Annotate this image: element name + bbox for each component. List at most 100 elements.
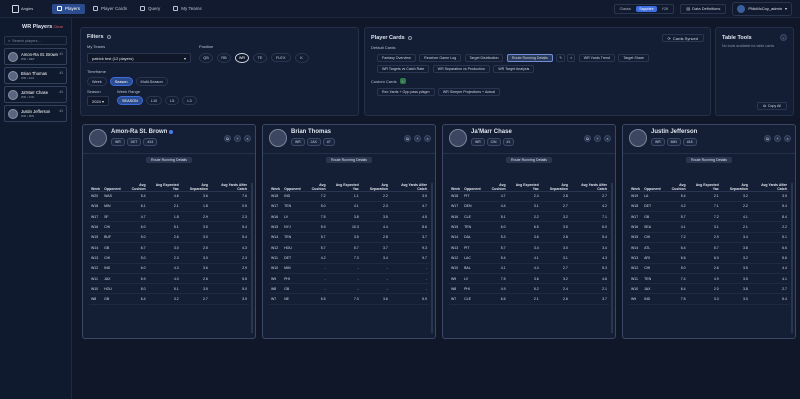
card-receiver-game-log[interactable]: Receiver Game Log	[419, 54, 462, 62]
copy-all-button[interactable]: ⧉ Copy All	[757, 102, 787, 110]
column-header[interactable]: Avg Separation	[180, 167, 210, 192]
table-row: W16 CHI 6.0 5.1 3.5 5.4	[89, 221, 249, 233]
column-header[interactable]: Opponent	[642, 167, 663, 192]
cards-synced-button[interactable]: ⟳ Cards Synced	[661, 34, 704, 42]
copy-icon[interactable]: ⧉	[764, 135, 771, 142]
copy-icon[interactable]: ⧉	[404, 135, 411, 142]
close-icon[interactable]: ×	[604, 135, 611, 142]
position-te[interactable]: TE	[253, 53, 267, 63]
add-custom-card-icon[interactable]: +	[399, 78, 406, 84]
card-target-share[interactable]: Target Share	[618, 54, 649, 62]
scrollbar[interactable]	[791, 183, 793, 333]
chevron-down-icon: ▾	[101, 98, 104, 104]
position-flex[interactable]: FLEX	[271, 53, 291, 62]
column-header[interactable]: Opponent	[102, 167, 123, 192]
copy-icon[interactable]: ⧉	[584, 135, 591, 142]
week-range-l3[interactable]: L3	[182, 96, 197, 105]
nav-query[interactable]: Query	[135, 4, 165, 14]
card-edit-icon[interactable]: ✎	[556, 54, 566, 62]
table-cell: 7.2	[302, 191, 328, 202]
add-icon[interactable]: +	[234, 135, 241, 142]
card-tab-route-running[interactable]: Route Running Details	[326, 157, 372, 163]
season-select[interactable]: 2024 ▾	[87, 96, 109, 106]
my-teams-select[interactable]: patrick test (12 players) ▾	[87, 53, 191, 63]
column-header[interactable]: Avg Expected Yac	[507, 167, 541, 192]
player-search-input[interactable]: ⌕ Search players...	[4, 36, 67, 45]
card-fantasy-overview[interactable]: Fantasy Overview	[377, 54, 416, 62]
column-header[interactable]: Avg Expected Yac	[147, 167, 181, 192]
nav-players[interactable]: Players	[52, 3, 86, 14]
logo-mark-icon	[12, 4, 19, 13]
clear-button[interactable]: Clear	[53, 24, 63, 30]
column-header[interactable]: Week	[629, 167, 643, 192]
column-header[interactable]: Week	[269, 167, 283, 192]
sidebar-player-item[interactable]: Brian Thomas WR • JAX #1	[4, 67, 67, 84]
position-wr[interactable]: WR	[235, 53, 249, 63]
sidebar-player-item[interactable]: Ja'Marr Chase WR • CIN #1	[4, 86, 67, 103]
table-cell: TEN	[282, 232, 303, 243]
column-header[interactable]: Week	[89, 167, 103, 192]
rank-badge: #1	[502, 138, 515, 146]
scrollbar[interactable]	[431, 183, 433, 333]
week-range-l5[interactable]: L5	[165, 96, 180, 105]
card-wr-separation-vs-production[interactable]: WR Separation vs Production	[432, 65, 490, 73]
card-wr-yards-trend[interactable]: WR Yards Trend	[578, 54, 615, 62]
position-qb[interactable]: QB	[199, 53, 213, 63]
route-running-table: Week Opponent Avg Cushion Avg Expected Yac A…	[449, 167, 609, 305]
sidebar-player-item[interactable]: Justin Jefferson WR • MIN #1	[4, 105, 67, 122]
theme-y2k[interactable]: Y2K	[659, 6, 672, 12]
theme-classic[interactable]: Classic	[617, 6, 635, 12]
card-route-running-details[interactable]: Route Running Details	[506, 54, 553, 62]
close-icon[interactable]: ×	[244, 135, 251, 142]
column-header[interactable]: Avg Cushion	[302, 167, 328, 192]
column-header[interactable]: Avg Yards After Catch	[209, 167, 249, 192]
timeframe-week[interactable]: Week	[87, 77, 107, 86]
timeframe-multi-season[interactable]: Multi-Season	[135, 77, 168, 86]
card-tab-route-running[interactable]: Route Running Details	[506, 157, 552, 163]
app-logo[interactable]: Angles	[12, 4, 36, 13]
column-header[interactable]: Avg Cushion	[122, 167, 148, 192]
column-header[interactable]: Avg Cushion	[482, 167, 508, 192]
column-header[interactable]: Avg Separation	[720, 167, 750, 192]
card-wr-target-analysis[interactable]: WR Target Analysis	[493, 65, 535, 73]
timeframe-season[interactable]: Season	[109, 77, 133, 86]
column-header[interactable]: Week	[449, 167, 463, 192]
custom-card[interactable]: WR Sleeper Projections + Actual	[437, 88, 500, 96]
column-header[interactable]: Avg Yards After Catch	[389, 167, 429, 192]
column-header[interactable]: Avg Separation	[360, 167, 390, 192]
close-icon[interactable]: ×	[784, 135, 791, 142]
column-header[interactable]: Avg Separation	[540, 167, 570, 192]
card-tab-route-running[interactable]: Route Running Details	[686, 157, 732, 163]
card-tab-route-running[interactable]: Route Running Details	[146, 157, 192, 163]
scrollbar[interactable]	[251, 183, 253, 333]
column-header[interactable]: Avg Expected Yac	[687, 167, 721, 192]
position-rb[interactable]: RB	[217, 53, 231, 63]
card-target-distribution[interactable]: Target Distribution	[464, 54, 504, 62]
column-header[interactable]: Opponent	[282, 167, 303, 192]
week-range-season[interactable]: SEASON	[117, 96, 143, 105]
card-wr-targets-vs-catch-rate[interactable]: WR Targets vs Catch Rate	[377, 65, 430, 73]
add-icon[interactable]: +	[594, 135, 601, 142]
theme-sapphire[interactable]: Sapphire	[636, 5, 657, 12]
position-k[interactable]: K	[294, 53, 309, 63]
collapse-icon[interactable]: -	[780, 34, 787, 41]
add-icon[interactable]: +	[774, 135, 781, 142]
custom-card[interactable]: Rec Yards + Opp pass ydsgm	[377, 88, 435, 96]
table-cell: 3.0	[180, 252, 210, 264]
data-definitions-button[interactable]: ▤ Data Definitions	[680, 3, 727, 14]
copy-icon[interactable]: ⧉	[224, 135, 231, 142]
week-range-l10[interactable]: L10	[145, 96, 163, 105]
user-menu[interactable]: PMcMcCoy_admin ▾	[732, 1, 792, 16]
column-header[interactable]: Avg Yards After Catch	[569, 167, 609, 192]
card-close-icon[interactable]: ×	[567, 54, 576, 62]
column-header[interactable]: Avg Cushion	[662, 167, 688, 192]
nav-player-cards[interactable]: Player Cards	[88, 4, 132, 14]
close-icon[interactable]: ×	[424, 135, 431, 142]
column-header[interactable]: Avg Expected Yac	[327, 167, 361, 192]
sidebar-player-item[interactable]: Amon-Ra St. Brown WR • DET #1	[4, 48, 67, 65]
add-icon[interactable]: +	[414, 135, 421, 142]
column-header[interactable]: Avg Yards After Catch	[749, 167, 789, 192]
column-header[interactable]: Opponent	[462, 167, 483, 192]
nav-my-teams[interactable]: My Teams	[168, 4, 206, 14]
scrollbar[interactable]	[611, 183, 613, 333]
